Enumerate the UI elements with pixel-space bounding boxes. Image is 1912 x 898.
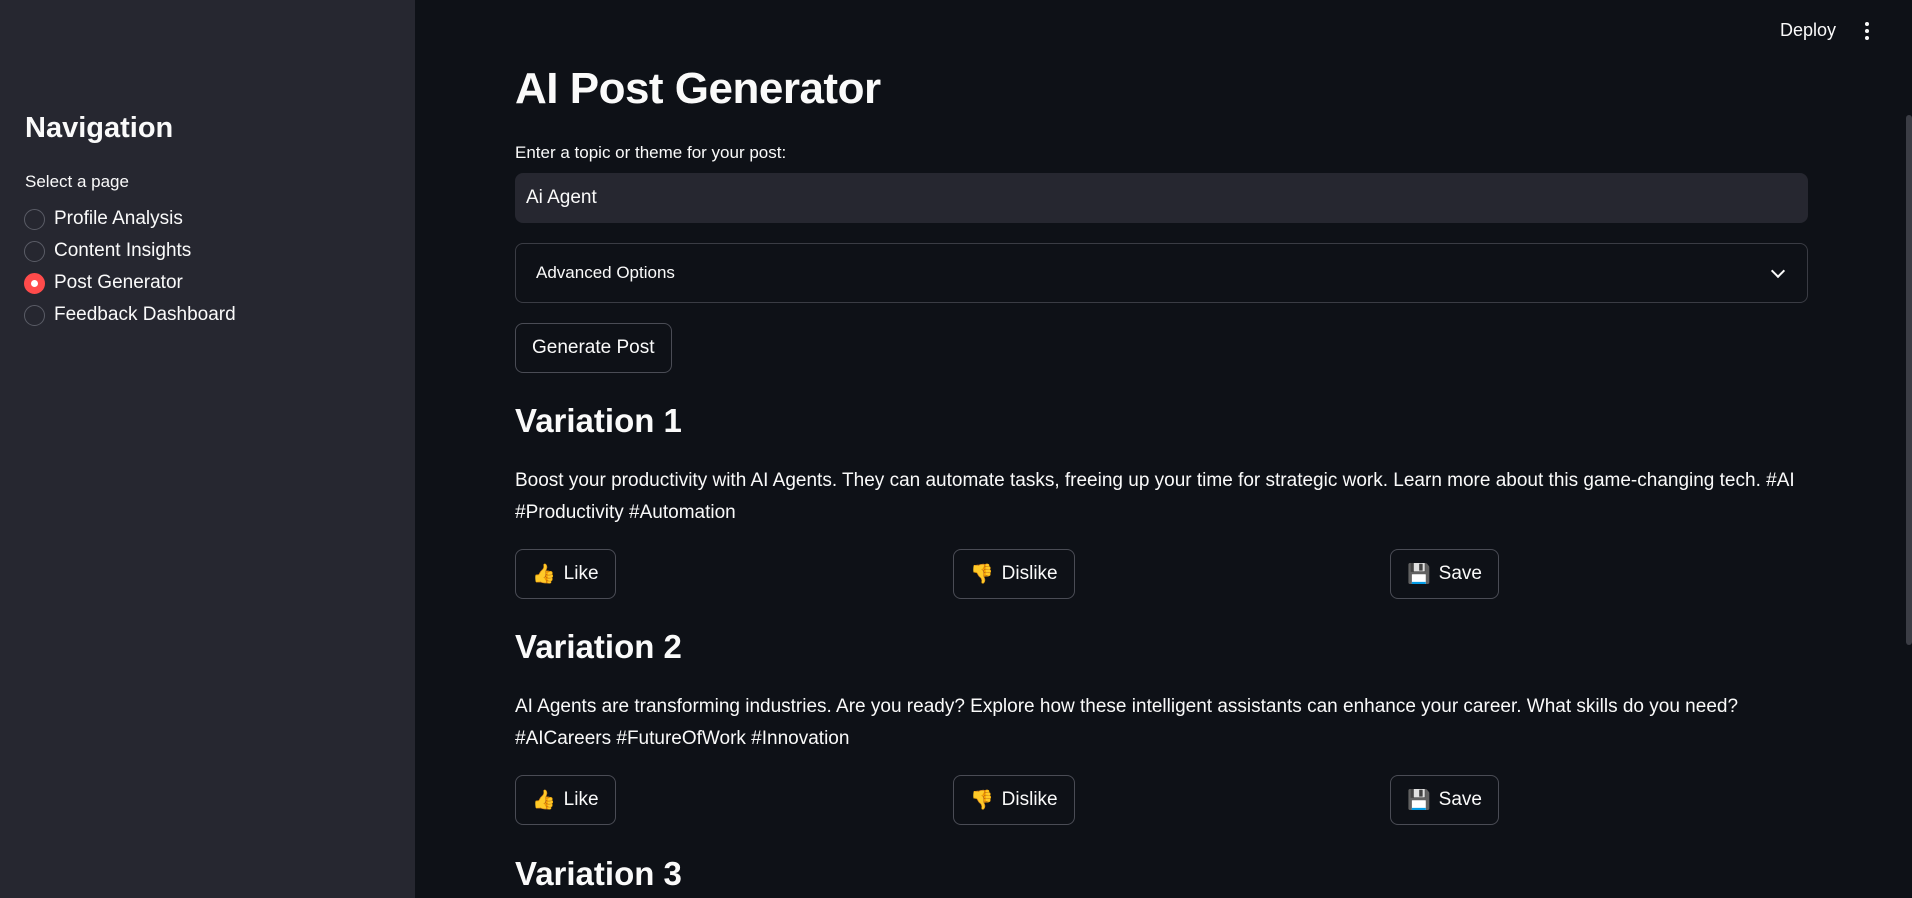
dislike-label: Dislike <box>1001 789 1058 810</box>
radio-feedback-dashboard[interactable]: Feedback Dashboard <box>24 299 236 331</box>
dislike-button[interactable]: 👎 Dislike <box>953 775 1075 825</box>
radio-content-insights[interactable]: Content Insights <box>24 235 236 267</box>
radio-circle[interactable] <box>24 240 45 262</box>
thumbs-down-icon: 👎 <box>970 563 994 585</box>
radio-label: Content Insights <box>54 240 192 261</box>
save-button[interactable]: 💾 Save <box>1390 775 1499 825</box>
radio-circle-selected[interactable] <box>24 272 45 294</box>
page-radio-group: Profile Analysis Content Insights Post G… <box>24 203 236 331</box>
topic-label: Enter a topic or theme for your post: <box>515 143 787 162</box>
page-title: AI Post Generator <box>515 64 881 113</box>
vertical-ellipsis-icon[interactable] <box>1860 18 1874 44</box>
deploy-button[interactable]: Deploy <box>1780 20 1836 41</box>
sidebar-title: Navigation <box>25 112 174 144</box>
radio-label: Profile Analysis <box>54 208 183 229</box>
radio-post-generator[interactable]: Post Generator <box>24 267 236 299</box>
thumbs-up-icon: 👍 <box>532 563 556 585</box>
save-label: Save <box>1438 563 1482 584</box>
radio-label: Feedback Dashboard <box>54 304 236 325</box>
thumbs-down-icon: 👎 <box>970 789 994 811</box>
save-button[interactable]: 💾 Save <box>1390 549 1499 599</box>
variation-text: Boost your productivity with AI Agents. … <box>515 470 1795 523</box>
like-button[interactable]: 👍 Like <box>515 549 616 599</box>
radio-label: Post Generator <box>54 272 183 293</box>
radio-circle[interactable] <box>24 304 45 326</box>
dislike-label: Dislike <box>1001 563 1058 584</box>
scrollbar[interactable] <box>1906 115 1912 645</box>
floppy-disk-icon: 💾 <box>1407 563 1431 585</box>
radio-circle[interactable] <box>24 208 45 230</box>
variation-heading: Variation 3 <box>515 855 682 892</box>
variation-heading: Variation 2 <box>515 628 682 665</box>
radio-profile-analysis[interactable]: Profile Analysis <box>24 203 236 235</box>
like-label: Like <box>563 563 599 584</box>
variation-heading: Variation 1 <box>515 402 682 439</box>
advanced-options-label: Advanced Options <box>536 263 675 282</box>
chevron-down-icon <box>1770 263 1786 278</box>
topic-input[interactable] <box>515 173 1808 223</box>
page-select-label: Select a page <box>25 172 129 191</box>
dislike-button[interactable]: 👎 Dislike <box>953 549 1075 599</box>
save-label: Save <box>1438 789 1482 810</box>
variation-text: AI Agents are transforming industries. A… <box>515 696 1739 749</box>
thumbs-up-icon: 👍 <box>532 789 556 811</box>
sidebar: Navigation Select a page Profile Analysi… <box>0 0 415 898</box>
generate-post-button[interactable]: Generate Post <box>515 323 672 373</box>
like-button[interactable]: 👍 Like <box>515 775 616 825</box>
advanced-options-expander[interactable]: Advanced Options <box>515 243 1808 303</box>
like-label: Like <box>563 789 599 810</box>
floppy-disk-icon: 💾 <box>1407 789 1431 811</box>
